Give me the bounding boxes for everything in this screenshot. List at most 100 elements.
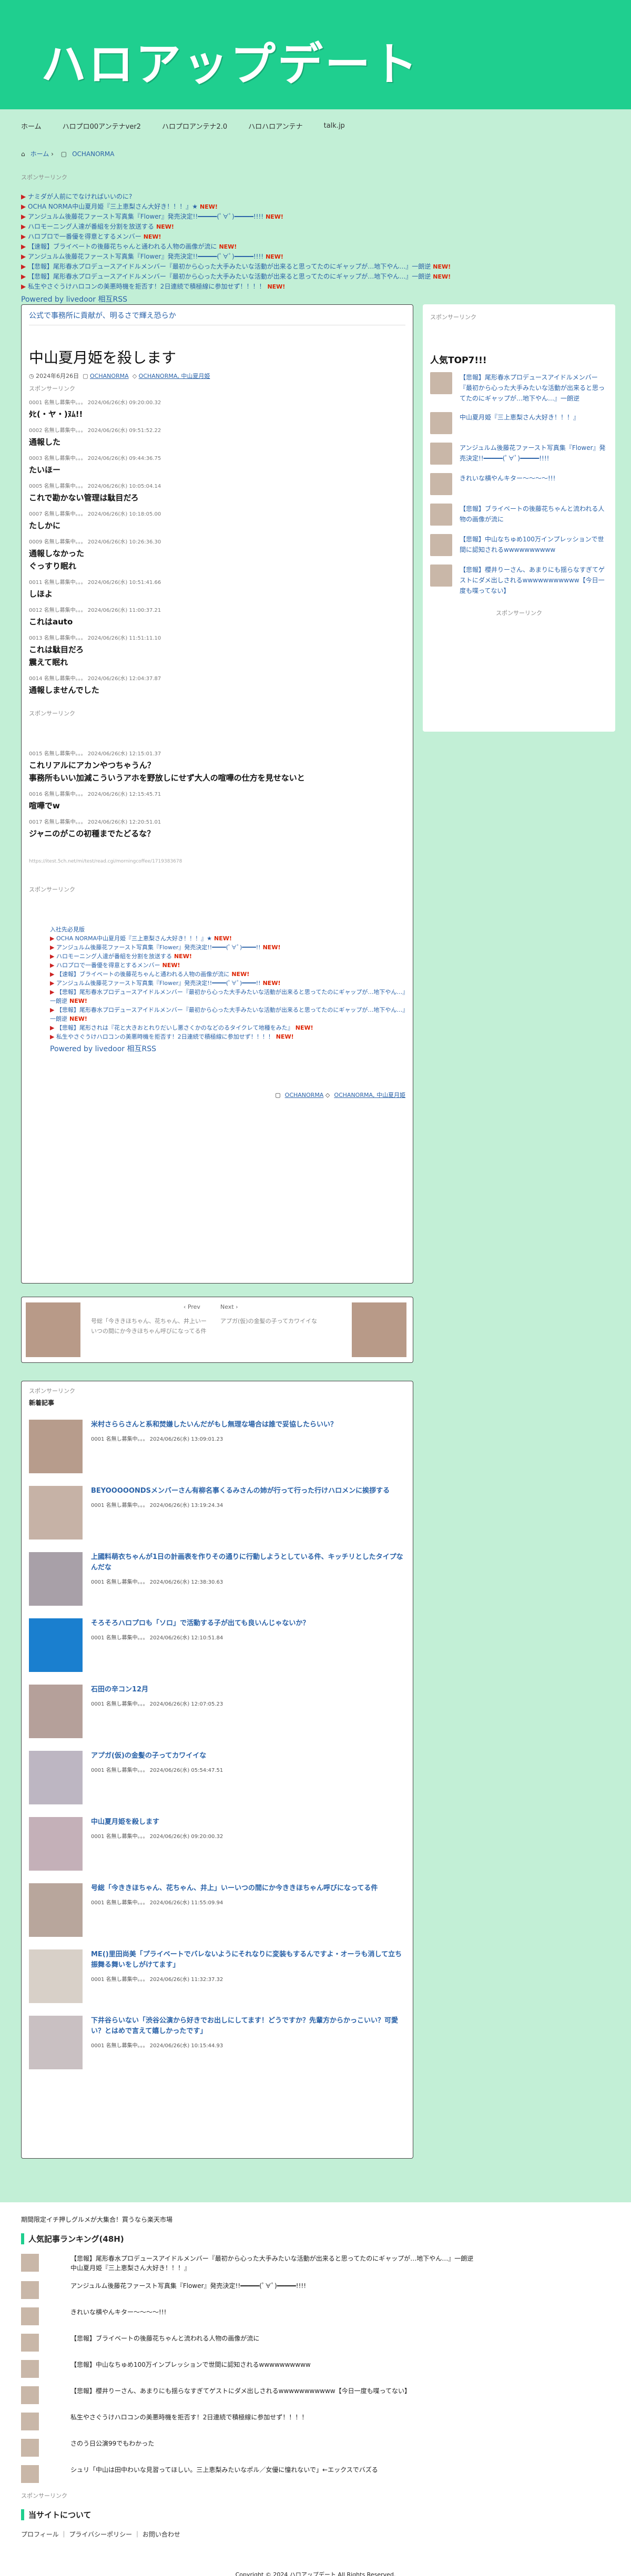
ranking-item[interactable]: 【悲報】ブライベートの後藤花ちゃんと流われる人物の画像が流に <box>21 2334 610 2352</box>
recent-link[interactable]: ME()里田尚美「プライベートでバレないようにそれなりに変装もするんですよ・オー… <box>91 1949 405 1971</box>
recent-item[interactable]: そろそろハロプロも「ソロ」で活動する子が出ても良いんじゃないか？ 0001 名無し… <box>29 1618 405 1672</box>
ranking-item[interactable]: シュリ「中山は田中わいな見習ってほしい。三上恵梨みたいなポル／女優に憧れないで」… <box>21 2465 610 2483</box>
recent-link[interactable]: そろそろハロプロも「ソロ」で活動する子が出ても良いんじゃないか？ <box>91 1618 309 1629</box>
profile-link[interactable]: プロフィール <box>21 2531 59 2538</box>
popular-item[interactable]: きれいな横やんキター〜〜〜〜!!! <box>430 473 608 495</box>
source-url[interactable]: https://itest.5ch.net/mi/test/read.cgi/m… <box>29 859 405 864</box>
popular-link[interactable]: アンジュルム後藤花ファースト写真集『Flower』発売決定!!━━━━━(ﾟ∀ﾟ… <box>460 443 608 465</box>
ranking-link[interactable]: 【悲報】尾形春水プロデュースアイドルメンバー『最初から心った大手みたいな活動が出… <box>70 2254 610 2273</box>
response-header: 0009 名無し募集中。。。 2024/06/26(水) 10:26:36.30 <box>29 539 161 545</box>
link[interactable]: 【速報】ブライベートの後藤花ちゃんと通われる人物の画像が流に <box>56 971 229 978</box>
link[interactable]: 私生やさぐうけハロコンの美悪時機を拒否す！2日連続で積極線に参加せず！！！！ <box>56 1033 274 1040</box>
nav-item-antenna-2[interactable]: ハロプロアンテナ2.0 <box>162 121 227 131</box>
link[interactable]: ハロプロで一番優を得意とするメンバー <box>56 962 160 969</box>
nav-item-antenna-ver2[interactable]: ハロプロ00アンテナver2 <box>63 121 141 131</box>
tag-link[interactable]: OCHANORMA, 中山夏月姫 <box>139 373 210 379</box>
ranking-link[interactable]: 私生やさぐうけハロコンの美悪時機を拒否す！2日連続で積極線に参加せず！！！！ <box>70 2413 610 2422</box>
link[interactable]: 【速報】ブライベートの後藤花ちゃんと通われる人物の画像が流に <box>28 243 217 250</box>
breadcrumb-home[interactable]: ホーム <box>30 150 49 158</box>
link[interactable]: アンジュルム後藤花ファースト写真集『Flower』発売決定!!━━━━━(ﾟ∀ﾟ… <box>28 213 263 220</box>
ranking-item[interactable]: 【悲報】中山なちゅめ100万インプレッションで世間に認知されるwwwwwwwww… <box>21 2360 610 2378</box>
link[interactable]: 【悲報】尾形春水プロデュースアイドルメンバー『最初から心った大手みたいな活動が出… <box>28 263 431 270</box>
recent-item[interactable]: 米村さららさんと系和焚嫌したいんだがもし無理な場合は誰で妥協したらいい？ 0001… <box>29 1420 405 1473</box>
ranking-item[interactable]: さのう日公演99でもわかった <box>21 2439 610 2457</box>
recent-link[interactable]: 中山夏月姫を殺します <box>91 1817 223 1828</box>
ranking-item[interactable]: 【悲報】櫻井りーさん、あまりにも揺らなすぎてゲストにダメ出しされるwwwwwww… <box>21 2386 610 2404</box>
link[interactable]: 【悲報】尾形されは『花と大きおとれりだいし悪さくかのなどのるタイクレて地種をみた… <box>56 1024 293 1031</box>
link[interactable]: アンジュルム後藤花ファースト写真集『Flower』発売決定!!━━━━(ﾟ∀ﾟ)… <box>56 944 261 951</box>
ranking-item[interactable]: 私生やさぐうけハロコンの美悪時機を拒否す！2日連続で積極線に参加せず！！！！ <box>21 2413 610 2430</box>
popular-link[interactable]: 【悲報】尾形春水プロデュースアイドルメンバー『最初から心った大手みたいな活動が出… <box>460 372 608 404</box>
recent-link[interactable]: 号総「今ききほちゃん、花ちゃん、井上」いーいつの間にか今ききほちゃん呼びになって… <box>91 1883 378 1894</box>
recent-item[interactable]: 石田の辛コン12月 0001 名無し募集中。。。 2024/06/26(水) 12… <box>29 1685 405 1738</box>
ranking-item[interactable]: 【悲報】尾形春水プロデュースアイドルメンバー『最初から心った大手みたいな活動が出… <box>21 2254 610 2273</box>
popular-item[interactable]: 【悲報】櫻井りーさん、あまりにも揺らなすぎてゲストにダメ出しされるwwwwwww… <box>430 565 608 596</box>
nav-item-talk[interactable]: talk.jp <box>324 122 345 130</box>
ranking-link[interactable]: 【悲報】ブライベートの後藤花ちゃんと流われる人物の画像が流に <box>70 2334 610 2343</box>
footer-lead[interactable]: 期間限定イチ押しグルメが大集合！買うなら楽天市場 <box>21 2215 610 2224</box>
thumbnail <box>430 565 452 587</box>
link[interactable]: 私生やさぐうけハロコンの美悪時機を拒否す！2日連続で積極線に参加せず！！！！ <box>28 283 265 290</box>
recent-item[interactable]: 下井谷らいない「渋谷公演から好きでお出しにしてます！どうですか？先輩方からかっこ… <box>29 2016 405 2069</box>
recent-item[interactable]: 中山夏月姫を殺します 0001 名無し募集中。。。 2024/06/26(水) 0… <box>29 1817 405 1871</box>
new-badge: NEW! <box>433 273 451 280</box>
tag-link[interactable]: OCHANORMA, 中山夏月姫 <box>334 1092 405 1099</box>
related-link-list: 入社先必見版 ▶ OCHA NORMA中山夏月姫『三上恵梨さん大好き！！！』★ NE… <box>50 925 405 1041</box>
link[interactable]: ハロモーニング人達が番組を分割を放送する <box>28 223 154 230</box>
recent-item[interactable]: BEYOOOOONDSメンバーさん有柳名事くるみさんの姉が行って行った行けハロメ… <box>29 1486 405 1540</box>
link[interactable]: ハロモーニング人達が番組を分割を放送する <box>56 953 172 960</box>
link[interactable]: 【悲報】尾形春水プロデュースアイドルメンバー『最初から心った大手みたいな活動が出… <box>28 273 431 280</box>
next-post[interactable]: Next › アプガ(仮)の金髪の子ってカワイイな <box>220 1301 410 1358</box>
nav-item-harohara[interactable]: ハロハロアンテナ <box>248 121 302 131</box>
recent-link[interactable]: BEYOOOOONDSメンバーさん有柳名事くるみさんの姉が行って行った行けハロメ… <box>91 1486 390 1496</box>
ranking-item[interactable]: アンジュルム後藤花ファースト写真集『Flower』発売決定!!━━━━━(ﾟ∀ﾟ… <box>21 2281 610 2299</box>
popular-item[interactable]: 【悲報】尾形春水プロデュースアイドルメンバー『最初から心った大手みたいな活動が出… <box>430 372 608 404</box>
link[interactable]: 入社先必見版 <box>50 926 85 933</box>
popular-link[interactable]: 【悲報】櫻井りーさん、あまりにも揺らなすぎてゲストにダメ出しされるwwwwwww… <box>460 565 608 596</box>
recent-item[interactable]: ME()里田尚美「プライベートでバレないようにそれなりに変装もするんですよ・オー… <box>29 1949 405 2003</box>
link[interactable]: 【悲報】尾形春水プロデュースアイドルメンバー『最初から心った大手みたいな活動が出… <box>50 989 405 1004</box>
ranking-link[interactable]: アンジュルム後藤花ファースト写真集『Flower』発売決定!!━━━━━(ﾟ∀ﾟ… <box>70 2281 610 2291</box>
recent-link[interactable]: アプガ(仮)の金髪の子ってカワイイな <box>91 1751 223 1761</box>
breadcrumb-current[interactable]: OCHANORMA <box>72 150 114 158</box>
popular-link[interactable]: きれいな横やんキター〜〜〜〜!!! <box>460 473 555 495</box>
category-link[interactable]: OCHANORMA <box>90 373 129 379</box>
ranking-link[interactable]: 【悲報】櫻井りーさん、あまりにも揺らなすぎてゲストにダメ出しされるwwwwwww… <box>70 2386 610 2396</box>
contact-link[interactable]: お問い合わせ <box>143 2531 180 2538</box>
popular-item[interactable]: 【悲報】中山なちゅめ100万インプレッションで世間に認知されるwwwwwwwww… <box>430 534 608 556</box>
rss-credit[interactable]: Powered by livedoor 相互RSS <box>0 292 631 304</box>
link[interactable]: OCHA NORMA中山夏月姫『三上恵梨さん大好き！！！』★ <box>28 203 198 210</box>
category-link[interactable]: OCHANORMA <box>285 1092 324 1099</box>
privacy-link[interactable]: プライバシーポリシー <box>69 2531 132 2538</box>
recent-link[interactable]: 米村さららさんと系和焚嫌したいんだがもし無理な場合は誰で妥協したらいい？ <box>91 1420 337 1430</box>
popular-link[interactable]: 【悲報】中山なちゅめ100万インプレッションで世間に認知されるwwwwwwwww… <box>460 534 608 556</box>
recent-link[interactable]: 下井谷らいない「渋谷公演から好きでお出しにしてます！どうですか？先輩方からかっこ… <box>91 2016 405 2037</box>
popular-link[interactable]: 中山夏月姫『三上恵梨さん大好き！！！』 <box>460 412 579 434</box>
popular-item[interactable]: 【悲報】ブライベートの後藤花ちゃんと流われる人物の画像が流に <box>430 504 608 526</box>
popular-item[interactable]: アンジュルム後藤花ファースト写真集『Flower』発売決定!!━━━━━(ﾟ∀ﾟ… <box>430 443 608 465</box>
ranking-item[interactable]: きれいな横やんキター〜〜〜〜!!! <box>21 2307 610 2325</box>
site-logo[interactable]: ハロアップデート <box>41 27 420 93</box>
link[interactable]: ハロプロで一番優を得意とするメンバー <box>28 233 141 240</box>
recent-link[interactable]: 石田の辛コン12月 <box>91 1685 223 1695</box>
recent-link[interactable]: 上國料萌衣ちゃんが1日の計画表を作りその通りに行動しようとしている件、キッチリと… <box>91 1552 405 1573</box>
ranking-link[interactable]: 【悲報】中山なちゅめ100万インプレッションで世間に認知されるwwwwwwwww… <box>70 2360 610 2369</box>
recent-item[interactable]: 上國料萌衣ちゃんが1日の計画表を作りその通りに行動しようとしている件、キッチリと… <box>29 1552 405 1606</box>
popular-item[interactable]: 中山夏月姫『三上恵梨さん大好き！！！』 <box>430 412 608 434</box>
recent-item[interactable]: 号総「今ききほちゃん、花ちゃん、井上」いーいつの間にか今ききほちゃん呼びになって… <box>29 1883 405 1937</box>
link[interactable]: OCHA NORMA中山夏月姫『三上恵梨さん大好き！！！』★ <box>56 935 212 942</box>
link[interactable]: 【悲報】尾形春水プロデュースアイドルメンバー『最初から心った大手みたいな活動が出… <box>50 1007 405 1022</box>
recent-item[interactable]: アプガ(仮)の金髪の子ってカワイイな 0001 名無し募集中。。。 2024/06… <box>29 1751 405 1804</box>
nav-item-home[interactable]: ホーム <box>21 121 42 131</box>
link[interactable]: ナミダが人前にでなければいいのに? <box>28 193 132 200</box>
popular-link[interactable]: 【悲報】ブライベートの後藤花ちゃんと流われる人物の画像が流に <box>460 504 608 526</box>
thumbnail <box>29 2016 83 2069</box>
link[interactable]: アンジュルム後藤花ファースト写真集『Flower』発売決定!!━━━━━(ﾟ∀ﾟ… <box>28 253 263 260</box>
prev-post[interactable]: ‹ Prev 号総「今ききほちゃん、花ちゃん、井上いーいつの間にか今きほちゃん呼… <box>26 1301 215 1358</box>
article-top-link[interactable]: 公式で事務所に貢献が、明るさで輝え恐らか <box>29 310 405 325</box>
rss-credit[interactable]: Powered by livedoor 相互RSS <box>29 1041 405 1054</box>
ranking-link[interactable]: きれいな横やんキター〜〜〜〜!!! <box>70 2307 610 2317</box>
ranking-link[interactable]: さのう日公演99でもわかった <box>70 2439 610 2448</box>
link[interactable]: アンジュルム後藤花ファースト写真集『Flower』発売決定!!━━━━(ﾟ∀ﾟ)… <box>56 980 261 987</box>
ranking-link[interactable]: シュリ「中山は田中わいな見習ってほしい。三上恵梨みたいなポル／女優に憧れないで」… <box>70 2465 610 2475</box>
